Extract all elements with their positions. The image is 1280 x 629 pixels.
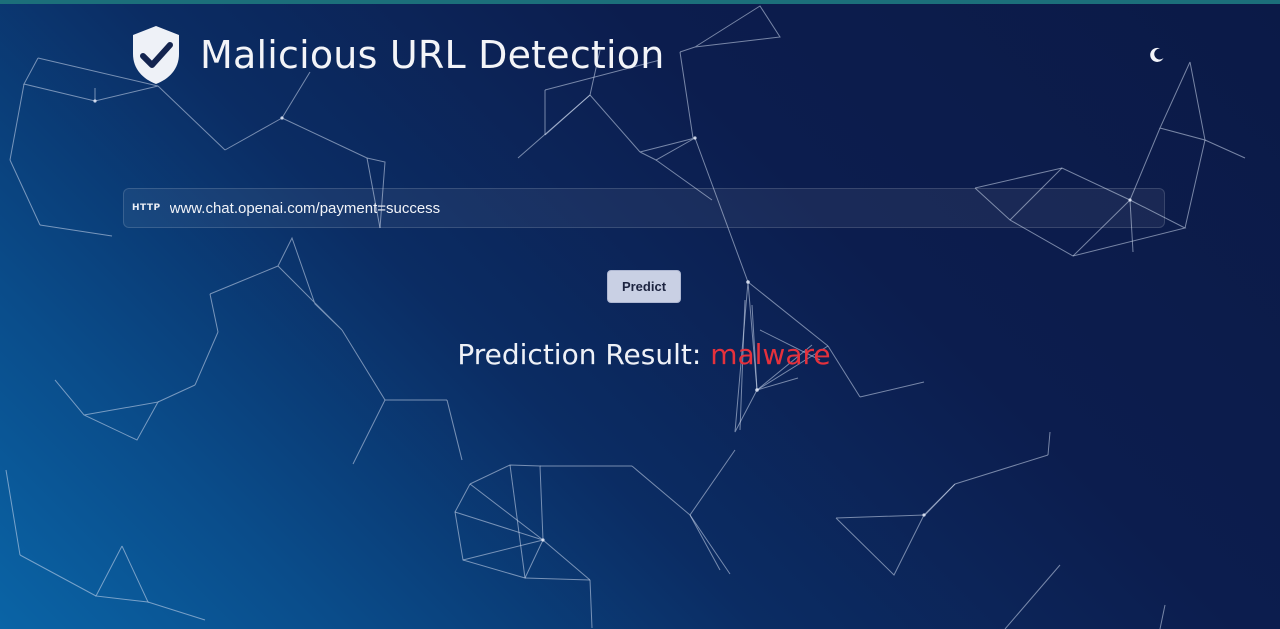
prediction-result-label: Prediction Result: [457, 338, 702, 371]
predict-button[interactable]: Predict [607, 270, 681, 303]
prediction-verdict: malware [710, 338, 831, 371]
url-input[interactable] [169, 191, 1164, 225]
app-header: Malicious URL Detection [130, 22, 665, 88]
background-network-decoration [5, 5, 1246, 629]
prediction-result: Prediction Result: malware [0, 338, 1280, 371]
page-title: Malicious URL Detection [200, 33, 665, 77]
theme-toggle-button[interactable] [1147, 45, 1167, 65]
moon-icon [1150, 47, 1164, 62]
shield-check-icon [133, 26, 179, 84]
url-input-container: HTTP [123, 188, 1165, 228]
http-prefix-label: HTTP [132, 203, 161, 213]
